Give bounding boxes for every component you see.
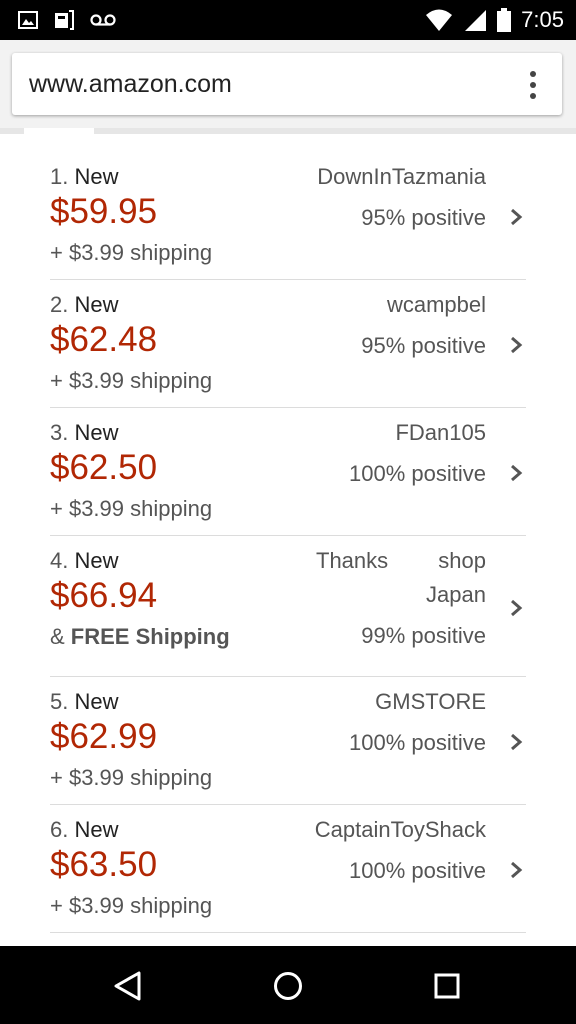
- offer-rank: 1. New: [50, 164, 119, 189]
- seller-name[interactable]: GMSTORE: [276, 685, 486, 719]
- seller-rating: 100% positive: [349, 730, 486, 755]
- notification-icon: [55, 10, 74, 30]
- offer-shipping: & FREE Shipping: [50, 624, 230, 649]
- offer-price: $62.99: [50, 717, 158, 756]
- seller-rating: 100% positive: [349, 858, 486, 883]
- chevron-right-icon[interactable]: [506, 732, 526, 752]
- offer-price: $66.94: [50, 576, 158, 615]
- chevron-right-icon[interactable]: [506, 335, 526, 355]
- offer-row[interactable]: 2. New $62.48 + $3.99 shipping wcampbel …: [50, 279, 526, 408]
- free-shipping-label: FREE Shipping: [70, 624, 230, 649]
- chevron-right-icon[interactable]: [506, 598, 526, 618]
- status-left-icons: [18, 8, 116, 32]
- browser-toolbar: www.amazon.com: [0, 40, 576, 132]
- seller-rating: 99% positive: [361, 623, 486, 648]
- offer-row[interactable]: 6. New $63.50 + $3.99 shipping CaptainTo…: [50, 804, 526, 933]
- offer-shipping: + $3.99 shipping: [50, 368, 213, 393]
- address-bar[interactable]: www.amazon.com: [12, 53, 562, 115]
- offer-rank: 4. New: [50, 548, 119, 573]
- status-time: 7:05: [521, 7, 564, 32]
- offer-rank: 3. New: [50, 420, 119, 445]
- offer-row[interactable]: 1. New $59.95 + $3.99 shipping DownInTaz…: [50, 134, 526, 280]
- seller-name[interactable]: Thanks shop Japan: [316, 544, 486, 612]
- offer-row[interactable]: 3. New $62.50 + $3.99 shipping FDan105 1…: [50, 407, 526, 536]
- offer-price: $63.50: [50, 845, 158, 884]
- home-icon[interactable]: [272, 970, 304, 1002]
- offer-rank: 5. New: [50, 689, 119, 714]
- offer-rank: 6. New: [50, 817, 119, 842]
- battery-icon: [497, 8, 512, 32]
- overflow-menu-icon[interactable]: [530, 71, 536, 99]
- offer-row[interactable]: 4. New $66.94 & FREE Shipping Thanks sho…: [50, 535, 526, 677]
- seller-rating: 95% positive: [361, 333, 486, 358]
- seller-name[interactable]: FDan105: [276, 416, 486, 450]
- seller-name[interactable]: CaptainToyShack: [276, 813, 486, 847]
- system-nav-bar: [0, 946, 576, 1024]
- seller-rating: 100% positive: [349, 461, 486, 486]
- signal-icon: [465, 10, 487, 31]
- offer-shipping: + $3.99 shipping: [50, 893, 213, 918]
- chevron-right-icon[interactable]: [506, 463, 526, 483]
- voicemail-icon: [90, 14, 116, 26]
- seller-rating: 95% positive: [361, 205, 486, 230]
- url-text[interactable]: www.amazon.com: [29, 69, 232, 99]
- wifi-icon: [426, 9, 453, 31]
- offer-price: $62.48: [50, 320, 158, 359]
- offer-price: $62.50: [50, 448, 158, 487]
- offer-row[interactable]: 5. New $62.99 + $3.99 shipping GMSTORE 1…: [50, 676, 526, 805]
- seller-name[interactable]: wcampbel: [276, 288, 486, 322]
- offer-rank: 2. New: [50, 292, 119, 317]
- offer-shipping: + $3.99 shipping: [50, 496, 213, 521]
- offer-shipping: + $3.99 shipping: [50, 765, 213, 790]
- recents-icon[interactable]: [433, 972, 461, 1000]
- status-bar: 7:05: [0, 0, 576, 40]
- offer-price: $59.95: [50, 192, 158, 231]
- chevron-right-icon[interactable]: [506, 207, 526, 227]
- seller-name[interactable]: DownInTazmania: [276, 160, 486, 194]
- chevron-right-icon[interactable]: [506, 860, 526, 880]
- image-icon: [18, 11, 38, 29]
- back-icon[interactable]: [112, 970, 144, 1002]
- offer-shipping: + $3.99 shipping: [50, 240, 213, 265]
- status-right-icons: 7:05: [425, 6, 564, 34]
